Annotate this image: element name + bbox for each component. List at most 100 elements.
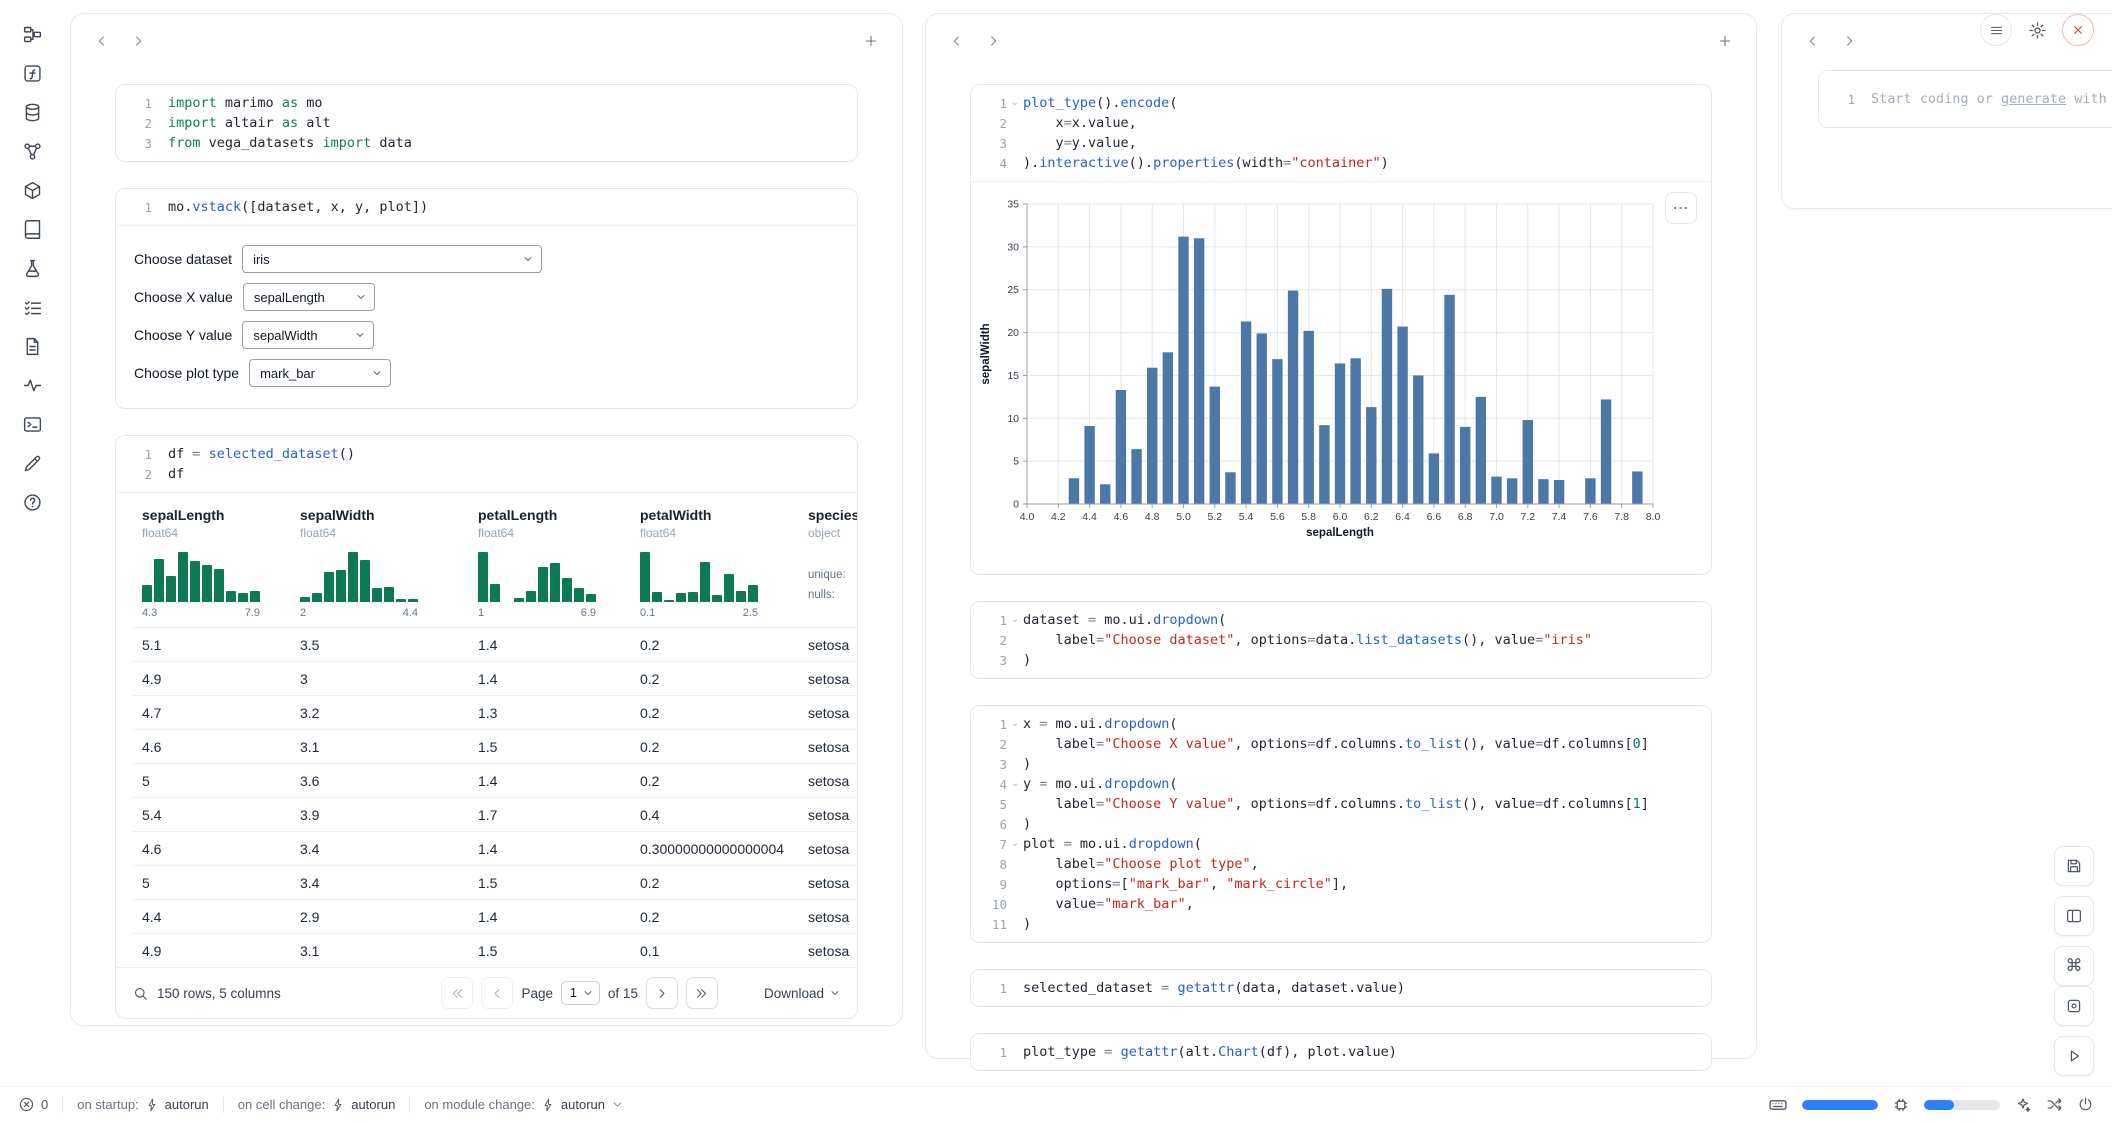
code-editor[interactable]: plot_type = getattr(alt.Chart(df), plot.…	[1023, 1042, 1711, 1062]
chip-icon	[1892, 1096, 1910, 1114]
ai-sparkles-icon[interactable]	[2014, 1096, 2032, 1114]
selected-dataset-cell[interactable]: 1selected_dataset = getattr(data, datase…	[970, 969, 1712, 1007]
chevron-right-icon[interactable]	[1834, 26, 1864, 56]
fold-chevron-icon[interactable]: ⌄	[1007, 839, 1023, 849]
shutdown-close-icon[interactable]	[2062, 14, 2094, 46]
keyboard-icon[interactable]	[1768, 1095, 1788, 1115]
plot-cell[interactable]: 1⌄234plot_type().encode( x=x.value, y=y.…	[970, 84, 1712, 575]
code-editor[interactable]: mo.vstack([dataset, x, y, plot])	[168, 197, 857, 217]
layout-view-button[interactable]	[2054, 896, 2094, 936]
gear-icon[interactable]	[2022, 15, 2052, 45]
help-icon[interactable]	[20, 490, 44, 514]
save-button[interactable]	[2054, 846, 2094, 886]
package-icon[interactable]	[20, 178, 44, 202]
fold-chevron-icon[interactable]: ⌄	[1007, 98, 1023, 108]
add-cell-button[interactable]	[856, 26, 886, 56]
run-setting[interactable]: on cell change:autorun	[238, 1097, 396, 1112]
chevron-left-icon[interactable]	[87, 26, 117, 56]
choose-y-dropdown[interactable]: sepalWidth	[242, 321, 374, 349]
table-row[interactable]: 53.41.50.2setosa	[132, 865, 857, 899]
code-editor[interactable]: dataset = mo.ui.dropdown( label="Choose …	[1023, 610, 1711, 670]
table-cell: 1.4	[468, 628, 630, 661]
chevron-right-icon[interactable]	[123, 26, 153, 56]
code-editor-placeholder[interactable]: Start coding or generate with AI	[1871, 89, 2112, 109]
table-row[interactable]: 4.73.21.30.2setosa	[132, 695, 857, 729]
table-row[interactable]: 4.63.41.40.30000000000000004setosa	[132, 831, 857, 865]
code-editor[interactable]: df = selected_dataset()df	[168, 444, 857, 484]
column-header[interactable]: sepalWidthfloat6424.4	[290, 507, 468, 619]
prev-page-button[interactable]	[481, 977, 513, 1009]
table-cell: setosa	[798, 730, 857, 763]
svg-text:30: 30	[1007, 241, 1019, 253]
first-page-button[interactable]	[441, 977, 473, 1009]
run-setting[interactable]: on startup:autorun	[77, 1097, 209, 1112]
choose-plot-type-dropdown[interactable]: mark_bar	[249, 359, 391, 387]
svg-text:7.2: 7.2	[1520, 511, 1535, 523]
table-cell: 1.4	[468, 662, 630, 695]
plot-type-cell[interactable]: 1plot_type = getattr(alt.Chart(df), plot…	[970, 1033, 1712, 1071]
chevron-left-icon[interactable]	[1798, 26, 1828, 56]
table-row[interactable]: 4.93.11.50.1setosa	[132, 933, 857, 967]
svg-text:35: 35	[1007, 199, 1019, 211]
code-editor[interactable]: import marimo as moimport altair as altf…	[168, 93, 857, 153]
menu-icon[interactable]	[1980, 14, 2012, 46]
dataflow-icon[interactable]	[20, 22, 44, 46]
pagination: Page1of 15	[441, 977, 718, 1009]
document-icon[interactable]	[20, 334, 44, 358]
fold-chevron-icon[interactable]: ⌄	[1007, 719, 1023, 729]
code-editor[interactable]: x = mo.ui.dropdown( label="Choose X valu…	[1023, 714, 1711, 934]
checklist-icon[interactable]	[20, 295, 44, 319]
column-header[interactable]: sepalLengthfloat644.37.9	[132, 507, 290, 619]
table-row[interactable]: 4.42.91.40.2setosa	[132, 899, 857, 933]
generate-with-ai-link[interactable]: generate	[2001, 91, 2066, 107]
chevron-right-icon[interactable]	[978, 26, 1008, 56]
run-all-button[interactable]	[2054, 1036, 2094, 1076]
run-setting[interactable]: on module change:autorun	[424, 1097, 624, 1112]
table-row[interactable]: 4.931.40.2setosa	[132, 661, 857, 695]
fold-chevron-icon[interactable]: ⌄	[1007, 615, 1023, 625]
fold-chevron-icon[interactable]: ⌄	[1007, 779, 1023, 789]
table-row[interactable]: 5.13.51.40.2setosa	[132, 627, 857, 661]
code-editor[interactable]: plot_type().encode( x=x.value, y=y.value…	[1023, 93, 1711, 173]
book-icon[interactable]	[20, 217, 44, 241]
table-cell: 1.5	[468, 934, 630, 967]
dataframe-cell[interactable]: 12df = selected_dataset()dfsepalLengthfl…	[115, 435, 858, 1019]
page-select[interactable]: 1	[561, 981, 600, 1005]
flask-icon[interactable]	[20, 256, 44, 280]
power-icon[interactable]	[2077, 1096, 2094, 1113]
code-editor[interactable]: selected_dataset = getattr(data, dataset…	[1023, 978, 1711, 998]
database-icon[interactable]	[20, 100, 44, 124]
altair-chart-output[interactable]: 051015202530354.04.24.44.64.85.05.25.45.…	[971, 181, 1711, 574]
chevron-left-icon[interactable]	[942, 26, 972, 56]
chart-menu-button[interactable]: ⋯	[1665, 192, 1697, 224]
table-row[interactable]: 4.63.11.50.2setosa	[132, 729, 857, 763]
dropdown-label: Choose X value	[134, 289, 233, 305]
table-row[interactable]: 5.43.91.70.4setosa	[132, 797, 857, 831]
choose-x-dropdown-row: Choose X value sepalLength	[134, 282, 839, 312]
vstack-cell[interactable]: 1mo.vstack([dataset, x, y, plot])Choose …	[115, 188, 858, 409]
last-page-button[interactable]	[686, 977, 718, 1009]
column-header[interactable]: petalWidthfloat640.12.5	[630, 507, 798, 619]
choose-x-dropdown[interactable]: sepalLength	[243, 283, 375, 311]
functions-icon[interactable]	[20, 61, 44, 85]
choose-dataset-dropdown[interactable]: iris	[242, 245, 542, 273]
next-page-button[interactable]	[646, 977, 678, 1009]
column-header[interactable]: petalLengthfloat6416.9	[468, 507, 630, 619]
empty-cell[interactable]: 1 Start coding or generate with AI	[1818, 70, 2112, 128]
activity-icon[interactable]	[20, 373, 44, 397]
add-cell-button[interactable]	[1710, 26, 1740, 56]
graph-icon[interactable]	[20, 139, 44, 163]
dataset-dropdown-cell[interactable]: 1⌄23dataset = mo.ui.dropdown( label="Cho…	[970, 601, 1712, 679]
command-palette-button[interactable]: ⌘	[2054, 946, 2094, 986]
shuffle-icon[interactable]	[2046, 1096, 2063, 1113]
terminal-icon[interactable]	[20, 412, 44, 436]
column-header[interactable]: speciesobjectunique:nulls:	[798, 507, 857, 619]
app-frame-button[interactable]	[2054, 986, 2094, 1026]
table-row[interactable]: 53.61.40.2setosa	[132, 763, 857, 797]
download-button[interactable]: Download	[764, 986, 841, 1001]
pencil-icon[interactable]	[20, 451, 44, 475]
imports-cell[interactable]: 123import marimo as moimport altair as a…	[115, 84, 858, 162]
xy-plot-dropdowns-cell[interactable]: 1⌄234⌄567⌄891011x = mo.ui.dropdown( labe…	[970, 705, 1712, 943]
search-icon[interactable]	[132, 985, 149, 1002]
error-count-badge[interactable]: 0	[18, 1096, 48, 1113]
